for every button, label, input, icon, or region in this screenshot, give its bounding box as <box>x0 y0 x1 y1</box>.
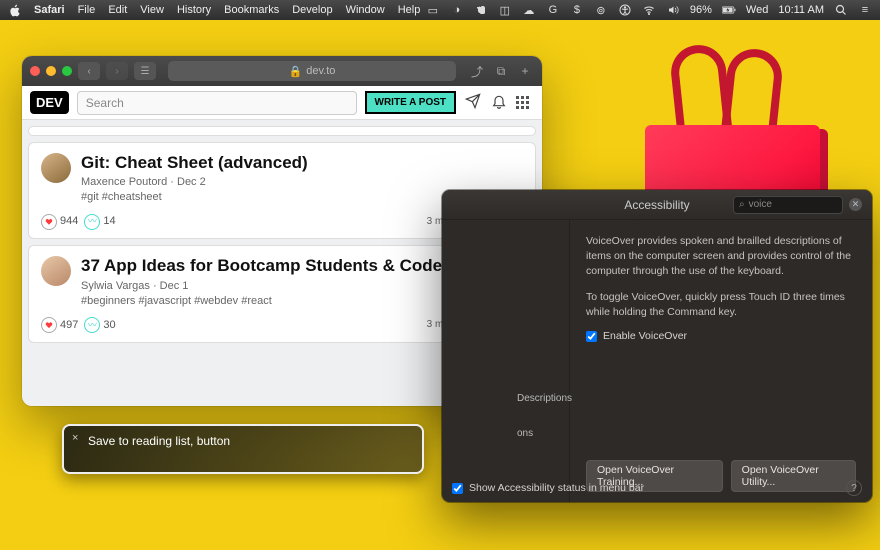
post-meta: Maxence Poutord · Dec 2 <box>81 176 523 188</box>
apple-logo[interactable] <box>8 4 21 17</box>
evernote-icon[interactable] <box>474 4 488 16</box>
post-title[interactable]: Git: Cheat Sheet (advanced) <box>81 153 523 173</box>
sidebar-item[interactable]: Descriptions <box>509 390 569 407</box>
url-bar[interactable]: 🔒 dev.to <box>168 61 456 81</box>
post-card[interactable] <box>28 126 536 136</box>
voiceover-desc: VoiceOver provides spoken and brailled d… <box>586 234 856 280</box>
dollar-icon[interactable]: $ <box>570 4 584 16</box>
menubar-day[interactable]: Wed <box>746 4 768 16</box>
share-icon[interactable]: ⤴ <box>468 63 486 80</box>
show-status-checkbox[interactable]: Show Accessibility status in menu bar <box>452 482 644 494</box>
minimize-window[interactable] <box>46 66 56 76</box>
help-button[interactable]: ? <box>846 480 862 496</box>
menubar-time[interactable]: 10:11 AM <box>778 4 824 16</box>
voiceover-toggle-hint: To toggle VoiceOver, quickly press Touch… <box>586 290 856 320</box>
menu-view[interactable]: View <box>140 4 164 16</box>
sidebar-button[interactable]: ☰ <box>134 62 156 80</box>
menu-help[interactable]: Help <box>398 4 421 16</box>
menu-window[interactable]: Window <box>346 4 385 16</box>
volume-icon[interactable] <box>666 4 680 16</box>
new-tab[interactable]: + <box>516 64 534 78</box>
url-text: dev.to <box>306 65 335 77</box>
tabs-icon[interactable]: ⧉ <box>492 64 510 79</box>
menu-file[interactable]: File <box>78 4 96 16</box>
lock-icon: 🔒 <box>289 65 303 78</box>
avatar[interactable] <box>41 153 71 183</box>
close-window[interactable] <box>30 66 40 76</box>
unicorn-reaction[interactable]: 〰30 <box>84 317 115 333</box>
search-input[interactable]: Search <box>77 91 357 115</box>
voiceover-caption-text: Save to reading list, button <box>88 434 230 448</box>
safari-titlebar: ‹ › ☰ 🔒 dev.to ⤴ ⧉ + <box>22 56 542 86</box>
heart-reaction[interactable]: 944 <box>41 214 78 230</box>
accessibility-icon[interactable] <box>618 4 632 16</box>
avatar[interactable] <box>41 256 71 286</box>
spotlight-icon[interactable] <box>834 4 848 16</box>
cloud-icon[interactable]: ☁ <box>522 4 536 16</box>
prefs-sidebar[interactable]: Descriptions ons <box>442 220 570 502</box>
notification-center-icon[interactable]: ≡ <box>858 4 872 16</box>
menu-grid-icon[interactable] <box>516 96 534 109</box>
menu-history[interactable]: History <box>177 4 211 16</box>
open-utility-button[interactable]: Open VoiceOver Utility... <box>731 460 856 492</box>
battery-icon[interactable] <box>722 4 736 16</box>
voiceover-caption: Save to reading list, button <box>62 424 424 474</box>
menu-edit[interactable]: Edit <box>108 4 127 16</box>
macos-menubar: Safari File Edit View History Bookmarks … <box>0 0 880 20</box>
wifi-icon[interactable] <box>642 4 656 16</box>
forward-button[interactable]: › <box>106 62 128 80</box>
google-icon[interactable]: G <box>546 4 560 16</box>
status-icon[interactable]: ▭ <box>426 4 440 16</box>
menu-bookmarks[interactable]: Bookmarks <box>224 4 279 16</box>
search-icon: ⌕ <box>739 199 745 210</box>
status-icon[interactable]: ◑ <box>450 4 464 16</box>
menu-develop[interactable]: Develop <box>292 4 332 16</box>
unicorn-reaction[interactable]: 〰14 <box>84 214 115 230</box>
back-button[interactable]: ‹ <box>78 62 100 80</box>
accessibility-prefs-window: Accessibility ⌕voice ✕ Descriptions ons … <box>442 190 872 502</box>
menubar-app-name[interactable]: Safari <box>34 4 65 16</box>
dev-header: DEV Search WRITE A POST <box>22 86 542 120</box>
battery-pct[interactable]: 96% <box>690 4 712 16</box>
connect-icon[interactable] <box>464 93 482 112</box>
prefs-search[interactable]: ⌕voice <box>733 196 843 214</box>
prefs-title: Accessibility <box>624 198 689 212</box>
sync-icon[interactable]: ⊚ <box>594 4 608 16</box>
notifications-icon[interactable] <box>490 93 508 112</box>
clear-search[interactable]: ✕ <box>849 198 862 211</box>
sidebar-item[interactable]: ons <box>509 425 569 442</box>
zoom-window[interactable] <box>62 66 72 76</box>
enable-voiceover-checkbox[interactable]: Enable VoiceOver <box>586 330 856 342</box>
write-post-button[interactable]: WRITE A POST <box>365 91 456 114</box>
heart-reaction[interactable]: 497 <box>41 317 78 333</box>
dev-logo[interactable]: DEV <box>30 91 69 114</box>
inbox-icon[interactable]: ◫ <box>498 4 512 16</box>
